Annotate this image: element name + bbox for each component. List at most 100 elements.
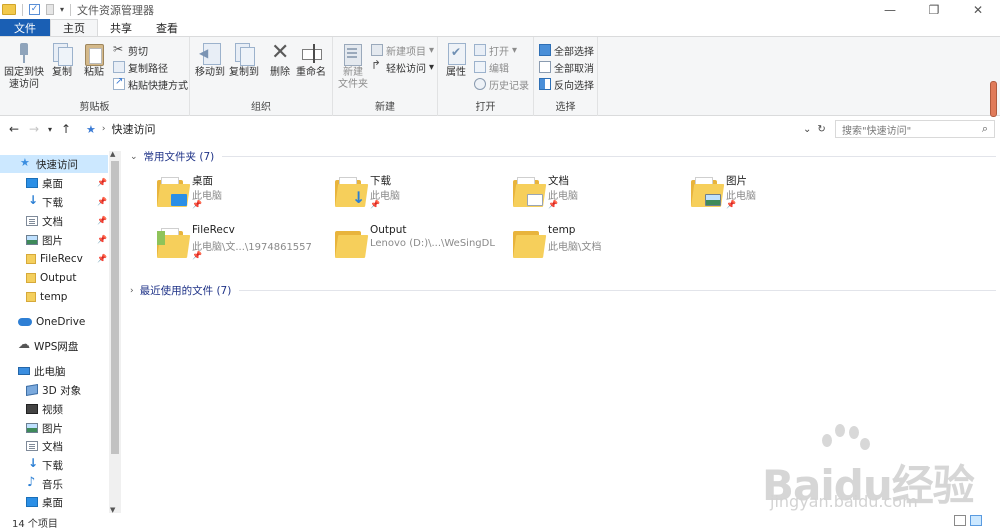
nav-item-pc-pictures[interactable]: 图片 [0,419,63,437]
nav-wps-cloud[interactable]: WPS网盘 [0,337,78,355]
new-item-button[interactable]: 新建项目 ▾ [371,42,434,58]
new-folder-qa-icon[interactable] [46,4,54,15]
select-none-button[interactable]: 全部取消 [539,59,594,75]
delete-x-icon [269,41,291,65]
address-dropdown-icon[interactable]: ⌄ [803,124,811,135]
tab-share[interactable]: 共享 [98,19,144,36]
refresh-icon[interactable]: ↻ [817,124,825,135]
item-count: 14 个项目 [12,518,58,530]
nav-scrollbar[interactable]: ▲ ▼ [109,150,121,514]
history-button[interactable]: 历史记录 [474,76,529,92]
nav-item-temp[interactable]: temp [0,288,67,306]
nav-label: WPS网盘 [34,340,79,353]
document-icon [26,216,38,226]
folder-tile-desktop[interactable]: 桌面 此电脑 📌 [157,173,327,219]
back-arrow-icon[interactable]: ← [4,122,24,136]
invert-selection-button[interactable]: 反向选择 [539,76,594,92]
tab-home[interactable]: 主页 [50,19,98,36]
search-icon: ⌕ [981,122,988,135]
up-arrow-icon[interactable]: ↑ [56,122,76,136]
maximize-button[interactable]: ❐ [912,0,956,19]
nav-onedrive[interactable]: OneDrive [0,313,85,331]
close-button[interactable]: ✕ [956,0,1000,19]
nav-item-documents[interactable]: 文档 [0,212,63,230]
open-group-label: 打开 [475,102,496,113]
large-icons-view-icon[interactable] [970,515,982,526]
tab-view[interactable]: 查看 [144,19,190,36]
folder-tile-downloads[interactable]: 下载 此电脑 📌 [335,173,505,219]
clipboard-group-label: 剪贴板 [79,102,110,113]
copy-to-button[interactable]: 复制到 [228,41,260,79]
recent-locations-chevron-icon[interactable]: ▾ [44,125,56,134]
folder-icon[interactable] [2,4,16,15]
folder-tile-pictures[interactable]: 图片 此电脑 📌 [691,173,861,219]
folder-tile-output[interactable]: Output Lenovo (D:)\...\WeSingDL [335,224,505,270]
copy-path-button[interactable]: 复制路径 [113,59,168,75]
ribbon-scroll-handle[interactable] [990,81,997,117]
nav-item-music[interactable]: 音乐 [0,475,63,493]
folder-name: temp [548,224,576,236]
nav-item-pc-desktop[interactable]: 桌面 [0,493,63,511]
scrollbar-thumb[interactable] [111,161,119,454]
nav-this-pc[interactable]: 此电脑 [0,362,66,380]
nav-label: 视频 [42,403,63,416]
scroll-up-icon[interactable]: ▲ [110,150,115,158]
wps-cloud-icon [18,337,30,351]
copy-button[interactable]: 复制 [48,41,76,79]
select-all-label: 全部选择 [554,46,594,58]
breadcrumb-chevron-icon[interactable]: › [102,124,106,134]
paste-icon [83,41,105,66]
title-bar: ✓ ▾ 文件资源管理器 — ❐ ✕ [0,0,1000,19]
properties-button[interactable]: 属性 [442,41,470,79]
paste-shortcut-button[interactable]: 粘贴快捷方式 [113,76,188,92]
easy-access-button[interactable]: 轻松访问 ▾ [371,58,434,75]
cut-label: 剪切 [128,46,148,58]
nav-item-pc-downloads[interactable]: 下载 [0,456,63,474]
open-button[interactable]: 打开 ▾ [474,42,517,58]
frequent-folders-header[interactable]: ⌄ 常用文件夹 (7) [130,149,996,164]
nav-item-desktop[interactable]: 桌面 [0,174,63,192]
address-bar[interactable]: ★ › 快速访问 [84,120,831,138]
folder-location: 此电脑\文档 [548,242,602,253]
breadcrumb-quick-access[interactable]: 快速访问 [111,121,155,137]
edit-button[interactable]: 编辑 [474,59,509,75]
customize-dropdown-icon[interactable]: ▾ [60,5,64,14]
folder-tile-temp[interactable]: temp 此电脑\文档 [513,224,683,270]
rename-button[interactable]: 重命名 [295,41,327,79]
folder-tile-documents[interactable]: 文档 此电脑 📌 [513,173,683,219]
nav-item-pictures[interactable]: 图片 [0,231,63,249]
folder-tile-filerecv[interactable]: FileRecv 此电脑\文...\1974861557 📌 [157,224,327,270]
folder-location: 此电脑\文...\1974861557 [192,242,312,253]
move-to-button[interactable]: 移动到 [194,41,226,79]
nav-item-videos[interactable]: 视频 [0,400,63,418]
quick-access-star-icon: ★ [86,122,96,136]
tab-file[interactable]: 文件 [0,19,50,36]
nav-item-output[interactable]: Output [0,269,76,287]
search-input[interactable]: 搜索"快速访问" ⌕ [835,120,995,138]
new-folder-button[interactable]: 新建 文件夹 [337,41,369,91]
cut-button[interactable]: 剪切 [113,42,148,58]
nav-item-3d-objects[interactable]: 3D 对象 [0,381,81,399]
pin-to-quick-access-button[interactable]: 固定到快 速访问 [4,41,44,91]
picture-icon [26,235,38,245]
properties-check-icon[interactable]: ✓ [29,4,40,15]
paste-button[interactable]: 粘贴 [80,41,108,79]
desktop-icon [26,178,38,188]
3d-objects-icon [26,383,38,397]
minimize-button[interactable]: — [868,0,912,19]
nav-item-filerecv[interactable]: FileRecv [0,250,83,268]
folder-name: 下载 [370,175,391,187]
details-view-icon[interactable] [954,515,966,526]
nav-quick-access[interactable]: 快速访问 [0,155,108,173]
recent-files-header[interactable]: › 最近使用的文件 (7) [130,283,996,298]
window-title: 文件资源管理器 [77,3,155,17]
delete-button[interactable]: 删除 [268,41,292,79]
nav-item-downloads[interactable]: 下载 [0,193,63,211]
search-placeholder: 搜索"快速访问" [842,125,912,137]
invert-selection-icon [539,78,551,90]
easy-access-label: 轻松访问 [386,63,426,75]
pin-icon: 📌 [726,200,736,209]
nav-item-pc-documents[interactable]: 文档 [0,437,63,455]
select-all-button[interactable]: 全部选择 [539,42,594,58]
forward-arrow-icon[interactable]: → [24,122,44,136]
